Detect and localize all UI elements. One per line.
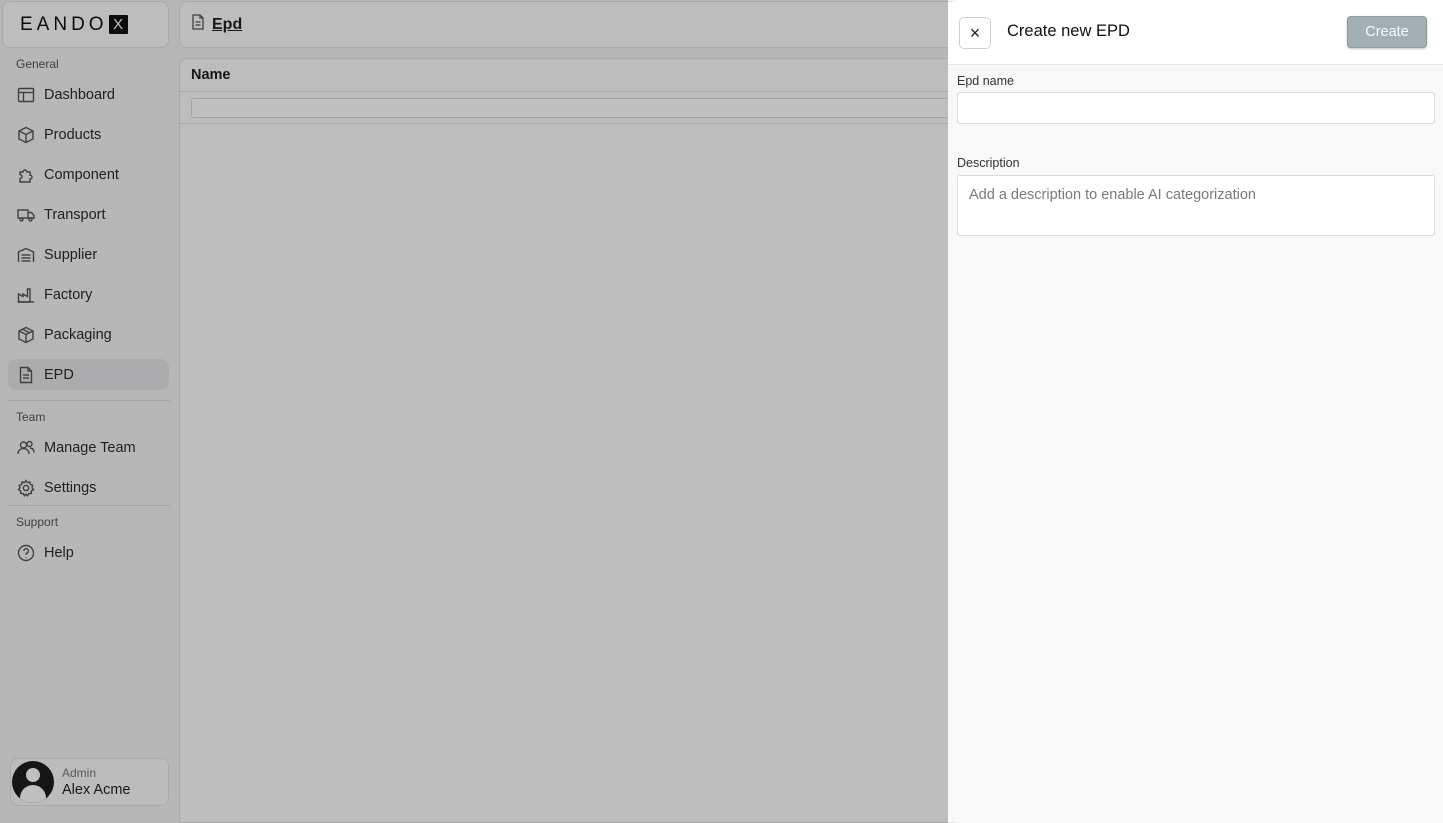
modal-overlay[interactable] [0,0,948,823]
close-icon: × [969,22,981,43]
close-button[interactable]: × [959,17,991,49]
drawer-title: Create new EPD [1007,22,1130,40]
description-textarea[interactable]: Add a description to enable AI categoriz… [957,175,1435,236]
app-root: EANDO X General Dashboard Products Compo… [0,0,1443,823]
drawer-header: × Create new EPD Create [948,0,1443,65]
create-epd-drawer: × Create new EPD Create Epd name Descrip… [948,0,1443,823]
description-placeholder: Add a description to enable AI categoriz… [969,187,1256,203]
create-button[interactable]: Create [1347,16,1427,48]
description-label: Description [957,156,1020,170]
epd-name-input[interactable] [957,92,1435,124]
epd-name-label: Epd name [957,74,1014,88]
